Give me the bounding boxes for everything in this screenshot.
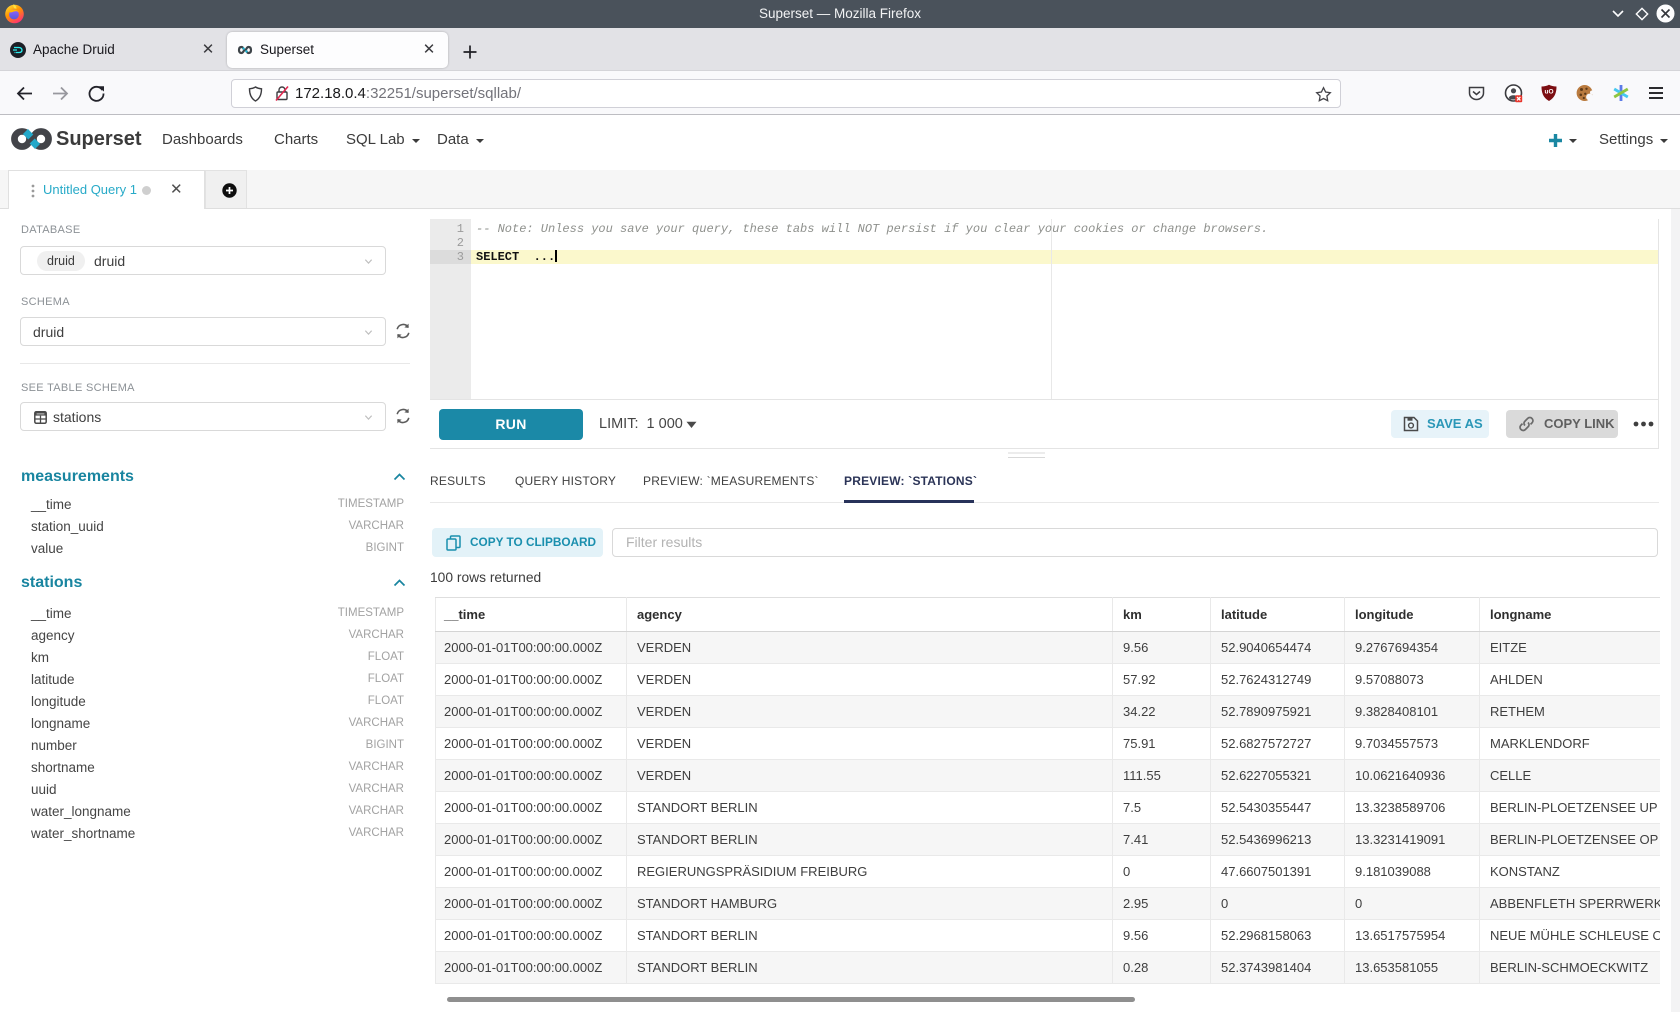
svg-text:uO: uO xyxy=(1544,89,1553,96)
